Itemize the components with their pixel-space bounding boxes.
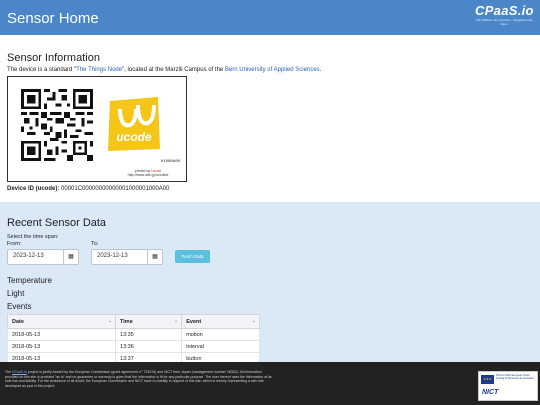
temperature-link[interactable]: Temperature bbox=[7, 276, 52, 285]
cell-date: 2018-05-13 bbox=[6, 328, 117, 341]
calendar-icon[interactable]: ▦ bbox=[63, 250, 78, 264]
cell-date: 2018-05-13 bbox=[6, 340, 117, 353]
device-description: The device is a standard "The Things Nod… bbox=[7, 67, 321, 73]
cell-event: interval bbox=[181, 340, 260, 353]
nict-logo: NICT bbox=[482, 389, 499, 396]
calendar-icon[interactable]: ▦ bbox=[147, 250, 162, 264]
column-header-time[interactable]: Time ⌄ bbox=[115, 314, 183, 329]
section-title-sensor-information: Sensor Information bbox=[7, 52, 100, 64]
ucode-logo-text: ucode bbox=[116, 130, 152, 144]
site-footer: The CPaaS.io project is jointly funded b… bbox=[0, 362, 540, 405]
footer-project-link[interactable]: CPaaS.io bbox=[12, 370, 27, 374]
sensor-information-section: Sensor Information The device is a stand… bbox=[7, 52, 533, 73]
description-text-3: . bbox=[319, 67, 322, 73]
sort-icon[interactable]: ⌄ bbox=[108, 318, 112, 324]
device-type-link[interactable]: The Things Node bbox=[76, 67, 122, 73]
footer-body: project is jointly funded by the Europea… bbox=[5, 370, 272, 388]
time-span-label: Select the time span: bbox=[7, 234, 59, 240]
column-header-event[interactable]: Event ⌄ bbox=[181, 314, 260, 329]
description-text-2: ", located at the Marzili Campus of the bbox=[122, 67, 225, 73]
device-id-label: Device ID (ucode): bbox=[7, 186, 60, 192]
logo-wordmark: CPaaS.io bbox=[475, 3, 534, 18]
from-date-value: 2023-12-13 bbox=[13, 253, 44, 259]
ucode-tag-image: ucode 01000A00 printed by Ucode http://w… bbox=[7, 76, 187, 182]
device-id: Device ID (ucode): 00001C000000000000010… bbox=[7, 186, 169, 192]
tag-url: http://www.ubin.jp/ucodeid bbox=[127, 173, 169, 177]
eu-funding-text: Horizon 2020 European Union funding for … bbox=[496, 374, 534, 381]
device-id-value: 00001C00000000000001000001000A00 bbox=[61, 186, 170, 192]
tag-serial: 01000A00 bbox=[160, 160, 180, 164]
logo-tagline: City Platform as a Service - Integrated … bbox=[475, 18, 533, 26]
to-date-value: 2023-12-13 bbox=[97, 253, 128, 259]
events-link[interactable]: Events bbox=[7, 302, 31, 311]
description-text-1: The device is a standard " bbox=[7, 67, 77, 73]
to-label: To: bbox=[91, 241, 99, 247]
tag-printed-by: printed by Ucode http://www.ubin.jp/ucod… bbox=[118, 169, 178, 177]
page-title: Sensor Home bbox=[7, 10, 99, 27]
cell-time: 13:36 bbox=[115, 340, 183, 353]
column-header-label: Date bbox=[12, 318, 24, 325]
light-link[interactable]: Light bbox=[7, 289, 24, 298]
column-header-date[interactable]: Date ⌄ bbox=[6, 314, 117, 329]
section-title-recent-sensor-data: Recent Sensor Data bbox=[7, 217, 107, 229]
cpaas-logo[interactable]: CPaaS.io City Platform as a Service - In… bbox=[475, 3, 533, 31]
eu-flag-icon: ★★★ bbox=[481, 375, 494, 384]
ucode-logo-icon: ucode bbox=[108, 97, 160, 151]
app-header: Sensor Home CPaaS.io City Platform as a … bbox=[0, 0, 540, 35]
from-date-input[interactable]: 2023-12-13 ▦ bbox=[7, 249, 79, 265]
to-date-input[interactable]: 2023-12-13 ▦ bbox=[91, 249, 163, 265]
column-header-label: Time bbox=[120, 318, 133, 325]
fetch-data-button[interactable]: Fetch Data bbox=[175, 250, 210, 263]
from-label: From: bbox=[7, 241, 22, 247]
recent-sensor-data-section: Recent Sensor Data Select the time span:… bbox=[0, 202, 540, 365]
cell-event: motion bbox=[181, 328, 260, 341]
sort-icon[interactable]: ⌄ bbox=[174, 318, 178, 324]
column-header-label: Event bbox=[186, 318, 202, 325]
table-header-row: Date ⌄ Time ⌄ Event ⌄ bbox=[6, 314, 260, 329]
sort-icon[interactable]: ⌄ bbox=[252, 318, 256, 324]
funding-logos: ★★★ Horizon 2020 European Union funding … bbox=[478, 371, 538, 401]
cell-time: 13:35 bbox=[115, 328, 183, 341]
table-row: 2018-05-13 13:36 interval bbox=[6, 340, 260, 353]
university-link[interactable]: Bern University of Applied Sciences bbox=[225, 67, 320, 73]
footer-disclaimer: The CPaaS.io project is jointly funded b… bbox=[5, 370, 273, 388]
table-row: 2018-05-13 13:35 motion bbox=[6, 328, 260, 341]
events-table: Date ⌄ Time ⌄ Event ⌄ 2018-05-13 13:35 moti… bbox=[6, 314, 260, 365]
footer-prefix: The bbox=[5, 370, 13, 374]
qr-code-icon bbox=[21, 89, 93, 161]
